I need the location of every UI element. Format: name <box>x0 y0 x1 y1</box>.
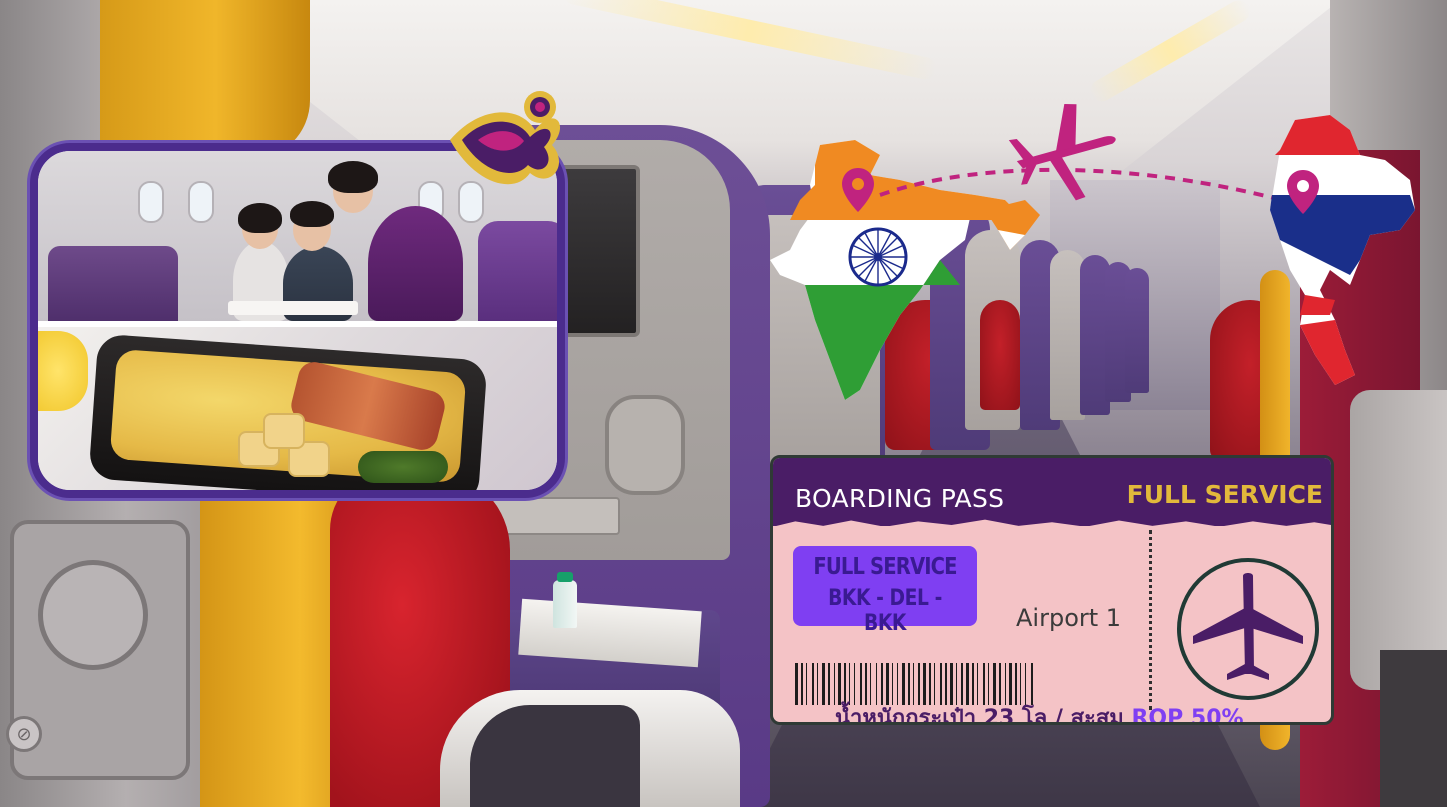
route-map <box>770 103 1415 400</box>
barcode-bar <box>945 663 947 705</box>
barcode-bar <box>801 663 803 705</box>
barcode-bar <box>988 663 989 705</box>
barcode-bar <box>1005 663 1006 705</box>
barcode-bar <box>908 663 910 705</box>
air-vent <box>38 560 148 670</box>
barcode-bar <box>881 663 883 705</box>
cabin-shadow <box>1380 650 1447 807</box>
barcode-bar <box>817 663 818 705</box>
airplane-icon <box>1193 573 1303 680</box>
barcode-bar <box>934 663 935 705</box>
tray-latch <box>605 395 685 495</box>
boarding-pass-card: BOARDING PASS FULL SERVICE FULL SERVICE … <box>770 455 1334 725</box>
barcode-bar <box>1015 663 1017 705</box>
meal-table <box>228 301 358 315</box>
barcode-bar <box>897 663 898 705</box>
barcode-bar <box>983 663 985 705</box>
barcode <box>795 663 1033 705</box>
barcode-bar <box>913 663 914 705</box>
barcode-bar <box>860 663 862 705</box>
barcode-bar <box>961 663 963 705</box>
barcode-bar <box>876 663 877 705</box>
barcode-bar <box>966 663 969 705</box>
barcode-bar <box>918 663 920 705</box>
barcode-bar <box>929 663 931 705</box>
barcode-bar <box>972 663 974 705</box>
barcode-bar <box>812 663 814 705</box>
baggage-allowance-text: น้ำหนักกระเป๋า 23 โล / สะสม ROP 50% <box>835 700 1244 725</box>
barcode-bar <box>870 663 871 705</box>
airport-label: Airport 1 <box>1016 604 1122 632</box>
seat-headrest-orange <box>100 0 310 160</box>
barcode-bar <box>795 663 798 705</box>
no-smoking-icon: ⊘ <box>6 716 42 752</box>
badge-service: FULL SERVICE <box>813 554 957 580</box>
barcode-bar <box>1020 663 1021 705</box>
rop-text: ROP 50% <box>1131 706 1244 725</box>
barcode-bar <box>940 663 942 705</box>
attendant-hair <box>328 161 378 193</box>
passenger-hair <box>238 203 282 233</box>
india-map-flag-icon <box>770 140 1040 400</box>
boarding-pass-title: BOARDING PASS <box>795 484 1005 513</box>
passenger-hair <box>290 201 334 227</box>
barcode-bar <box>1009 663 1012 705</box>
barcode-bar <box>838 663 841 705</box>
barcode-bar <box>977 663 978 705</box>
barcode-bar <box>854 663 855 705</box>
airplane-icon <box>1008 103 1116 201</box>
barcode-bar <box>956 663 957 705</box>
vegetables <box>358 451 448 483</box>
barcode-bar <box>993 663 996 705</box>
barcode-bar <box>892 663 893 705</box>
barcode-bar <box>1031 663 1033 705</box>
route-badge: FULL SERVICE BKK - DEL - BKK <box>793 546 977 636</box>
baggage-text: น้ำหนักกระเป๋า 23 โล / สะสม <box>835 706 1124 725</box>
barcode-bar <box>844 663 846 705</box>
armrest-bar <box>470 705 640 807</box>
cabin-window <box>188 181 214 223</box>
cabin-seat <box>478 221 557 321</box>
barcode-bar <box>849 663 850 705</box>
cabin-seat <box>48 246 178 321</box>
perforation-line <box>1149 530 1152 710</box>
barcode-bar <box>806 663 807 705</box>
airline-orchid-logo-icon <box>450 91 561 185</box>
badge-route: BKK - DEL - BKK <box>828 586 942 636</box>
water-bottle <box>553 572 577 628</box>
cabin-window <box>138 181 164 223</box>
barcode-bar <box>865 663 867 705</box>
seat-shell-right <box>1350 390 1447 690</box>
barcode-bar <box>1025 663 1026 705</box>
barcode-bar <box>902 663 905 705</box>
barcode-bar <box>923 663 926 705</box>
barcode-bar <box>886 663 889 705</box>
barcode-bar <box>999 663 1001 705</box>
service-class-label: FULL SERVICE <box>1126 480 1323 509</box>
barcode-bar <box>828 663 830 705</box>
barcode-bar <box>950 663 953 705</box>
yellow-cup <box>38 331 88 411</box>
potato <box>263 413 305 449</box>
barcode-bar <box>822 663 825 705</box>
thailand-map-flag-icon <box>1270 115 1415 385</box>
flight-attendant <box>368 206 463 321</box>
barcode-bar <box>834 663 835 705</box>
